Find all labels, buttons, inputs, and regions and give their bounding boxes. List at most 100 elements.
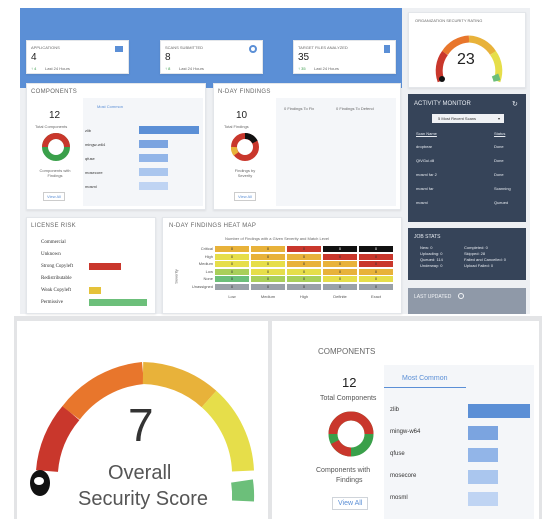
heatmap-cell: 0 xyxy=(359,246,393,252)
components-view-all[interactable]: View All xyxy=(43,192,65,201)
job-stats-left: New: 0 Uploading: 0 Queued: 114 Underway: 0 xyxy=(420,245,443,269)
overall-score-line2: Security Score xyxy=(78,488,209,510)
components-total-label: Total Components xyxy=(35,124,68,129)
job-stat: Upload Failed: 0 xyxy=(464,263,494,268)
applications-label: APPLICATIONS xyxy=(31,45,60,50)
target-files-label: TARGET FILES ANALYZED xyxy=(298,45,348,50)
activity-row-name[interactable]: dropbear xyxy=(416,144,432,149)
applications-sub: Last 24 Hours xyxy=(45,66,70,71)
nday-donut xyxy=(231,133,259,161)
heatmap-cell: 0 xyxy=(287,268,321,275)
activity-row-status: Done xyxy=(494,172,504,177)
right-border xyxy=(539,321,542,519)
heatmap-row-label: None xyxy=(203,276,213,281)
component-name: mosecore xyxy=(85,170,103,175)
components-tab-most-common[interactable]: Most Common xyxy=(97,104,123,109)
applications-icon xyxy=(115,46,123,52)
applications-delta: ↑ 4 xyxy=(31,66,37,71)
components-zoom-view-all[interactable]: View All xyxy=(332,497,369,510)
activity-row-name[interactable]: mosml xyxy=(416,200,428,205)
scans-label: SCANS SUBMITTED xyxy=(165,45,204,50)
activity-row-status: Scanning xyxy=(494,186,511,191)
heatmap-cell: 0 xyxy=(251,276,285,282)
license-name: Unknown xyxy=(41,252,61,257)
components-zoom-total: 12 xyxy=(342,375,357,390)
heatmap-row-label: Critical xyxy=(200,246,213,251)
components-panel: COMPONENTS 12 Total Components Component… xyxy=(26,83,206,210)
heatmap-cell: 0 xyxy=(359,276,393,282)
license-bar xyxy=(89,263,121,270)
activity-row-status: Done xyxy=(494,144,504,149)
activity-col-status: Status xyxy=(494,131,506,136)
scans-delta: ↑ 8 xyxy=(165,66,171,71)
job-stat: Underway: 0 xyxy=(420,263,443,268)
activity-row-name[interactable]: mosml far xyxy=(416,186,434,191)
heatmap-cell: 0 xyxy=(287,253,321,260)
component-zoom-bar xyxy=(468,470,498,484)
components-zoom-donut-label1: Components with xyxy=(316,467,371,474)
heatmap-cell: 0 xyxy=(287,283,321,290)
components-zoom-panel: COMPONENTS 12 Total Components Component… xyxy=(272,321,539,519)
heatmap-cell: 0 xyxy=(215,253,249,260)
heatmap-cell: 0 xyxy=(251,246,285,252)
license-name: Redistributable xyxy=(41,276,72,281)
nday-title: N-DAY FINDINGS xyxy=(218,89,271,95)
chevron-down-icon: ▾ xyxy=(497,116,500,121)
nday-tab-defend[interactable]: 0 Findings To Defend xyxy=(336,106,374,111)
component-zoom-name: mingw-w64 xyxy=(390,429,421,435)
component-name: qfuse xyxy=(85,156,95,161)
components-zoom-title: COMPONENTS xyxy=(318,347,376,356)
heatmap-cell: 0 xyxy=(359,261,393,267)
components-donut-label: Components with Findings xyxy=(39,168,71,178)
component-name: mosml xyxy=(85,184,97,189)
heatmap-cell: 0 xyxy=(251,283,285,290)
components-zoom-donut xyxy=(328,411,374,457)
refresh-icon[interactable]: ↻ xyxy=(512,100,518,108)
target-files-card[interactable]: TARGET FILES ANALYZED 35 ↑ 35 Last 24 Ho… xyxy=(293,40,396,74)
component-bar xyxy=(139,168,168,176)
license-name: Commercial xyxy=(41,240,66,245)
component-bar xyxy=(139,126,199,134)
activity-row-status: Done xyxy=(494,158,504,163)
component-zoom-bar xyxy=(468,448,498,462)
heatmap-row-label: Low xyxy=(205,268,213,274)
heatmap-cell: 0 xyxy=(359,268,393,275)
component-zoom-name: zlib xyxy=(390,407,400,413)
components-zoom-tab-underline xyxy=(384,387,466,388)
heatmap-row-label: Unassigned xyxy=(191,283,213,289)
heatmap-cell: 0 xyxy=(215,261,249,267)
component-name: mingw-w64 xyxy=(85,142,106,147)
heatmap-col-label: Exact xyxy=(370,294,381,299)
scans-value: 8 xyxy=(165,52,171,63)
activity-row-name[interactable]: QtVGui.dll xyxy=(416,158,434,163)
heatmap-cell: 0 xyxy=(251,261,285,267)
heatmap-cell: 0 xyxy=(323,253,357,260)
components-total: 12 xyxy=(49,110,61,121)
target-files-delta: ↑ 35 xyxy=(298,66,306,71)
target-files-value: 35 xyxy=(298,52,310,63)
components-title: COMPONENTS xyxy=(31,89,78,95)
activity-select[interactable]: 5 Most Recent Scans ▾ xyxy=(432,114,504,123)
nday-view-all[interactable]: View All xyxy=(234,192,256,201)
overall-score-value: 7 xyxy=(128,399,154,451)
license-name: Strong Copyleft xyxy=(41,264,74,269)
overall-score-line1: Overall xyxy=(108,462,172,484)
activity-monitor: ACTIVITY MONITOR ↻ 5 Most Recent Scans ▾ … xyxy=(408,94,526,222)
nday-tab-fix[interactable]: 0 Findings To Fix xyxy=(284,106,314,111)
nday-panel: N-DAY FINDINGS 10 Total Findings Finding… xyxy=(213,83,401,210)
applications-card[interactable]: APPLICATIONS 4 ↑ 4 Last 24 Hours xyxy=(26,40,129,74)
heatmap-title: N-DAY FINDINGS HEAT MAP xyxy=(169,223,257,229)
components-zoom-donut-label2: Findings xyxy=(336,477,363,484)
heatmap-cell: 0 xyxy=(323,283,357,290)
org-rating-value: 23 xyxy=(457,51,475,68)
activity-col-name: Scan Name xyxy=(416,131,437,136)
components-zoom-tab[interactable]: Most Common xyxy=(402,375,448,382)
component-zoom-name: mosecore xyxy=(390,473,417,479)
scans-card[interactable]: SCANS SUBMITTED 8 ↑ 8 Last 24 Hours xyxy=(160,40,263,74)
component-zoom-name: mosml xyxy=(390,495,408,501)
activity-row-name[interactable]: mosml far 2 xyxy=(416,172,437,177)
components-donut xyxy=(42,133,70,161)
license-name: Permissive xyxy=(41,300,63,305)
org-rating-card: ORGANIZATION SECURITY RATING 23 xyxy=(408,12,526,88)
heatmap-col-label: High xyxy=(299,294,309,299)
